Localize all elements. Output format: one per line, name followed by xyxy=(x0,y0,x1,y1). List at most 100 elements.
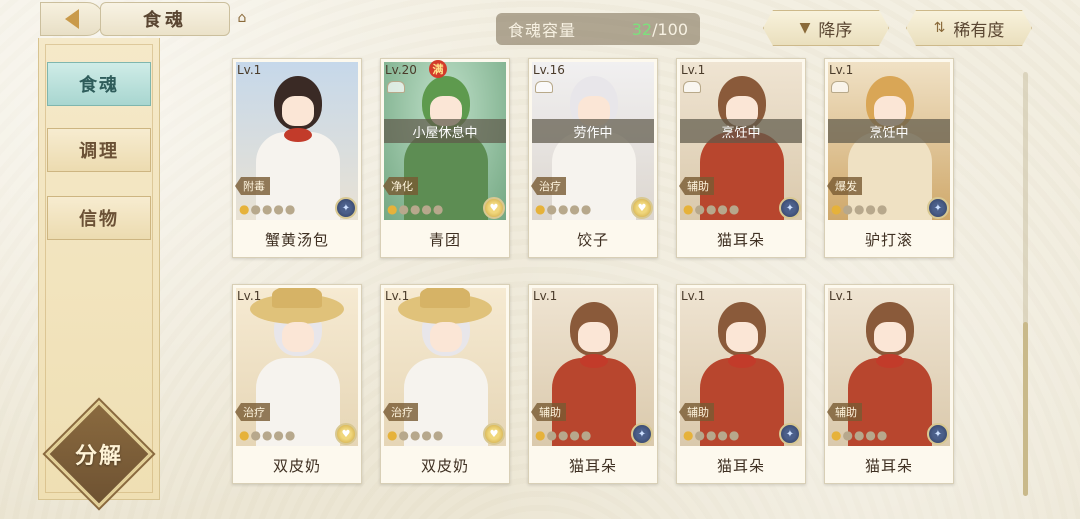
level: Lv.1 xyxy=(385,289,410,303)
bowl-icon xyxy=(683,81,701,93)
level: Lv.1 xyxy=(829,289,854,303)
star-rating: ●●●●● xyxy=(535,202,593,216)
card-name: 青团 xyxy=(428,230,461,249)
figure-face xyxy=(282,322,314,352)
star-rating: ●●●●● xyxy=(683,202,741,216)
element-icon: ♥ xyxy=(483,423,505,445)
scroll-thumb[interactable] xyxy=(1023,322,1028,496)
level: Lv.1 xyxy=(829,63,854,77)
level: Lv.1 xyxy=(681,63,706,77)
card-7[interactable]: Lv.1 辅助 ●●●●● ✦ 猫耳朵 xyxy=(528,284,658,484)
straw-hat-top xyxy=(420,288,470,308)
food-soul-grid: Lv.1 附毒 ●●●●● ✦ 蟹黄汤包 Lv.20 满 小屋休息中 净化 ●●… xyxy=(232,58,962,498)
level: Lv.1 xyxy=(533,289,558,303)
status-band: 劳作中 xyxy=(532,119,654,143)
role-tag: 辅助 xyxy=(679,177,714,195)
card-name: 双皮奶 xyxy=(420,456,469,475)
role-tag: 爆发 xyxy=(827,177,862,195)
role-tag: 治疗 xyxy=(383,403,418,421)
sort-arrows-icon: ⇅ xyxy=(933,20,946,36)
level: Lv.1 xyxy=(237,63,262,77)
header: 食魂 ⌂ xyxy=(0,0,260,40)
role-tag: 辅助 xyxy=(827,403,862,421)
triangle-down-icon: ▼ xyxy=(799,20,811,36)
role-tag: 附毒 xyxy=(235,177,270,195)
bowl-icon xyxy=(831,81,849,93)
star-rating: ●●●●● xyxy=(831,202,889,216)
card-1[interactable]: Lv.20 满 小屋休息中 净化 ●●●●● ♥ 青团 xyxy=(380,58,510,258)
level: Lv.1 xyxy=(681,289,706,303)
status-band: 烹饪中 xyxy=(828,119,950,143)
decompose-label[interactable]: 分解 xyxy=(61,438,137,470)
figure-face xyxy=(578,322,610,352)
portrait xyxy=(384,288,506,446)
capacity-current: 32 xyxy=(631,19,653,39)
figure-face xyxy=(874,322,906,352)
capacity-label: 食魂容量 xyxy=(508,21,577,40)
star-rating: ●●●●● xyxy=(239,428,297,442)
card-name: 猫耳朵 xyxy=(716,456,765,475)
star-rating: ●●●●● xyxy=(387,428,445,442)
portrait xyxy=(236,62,358,220)
role-tag: 净化 xyxy=(383,177,418,195)
bowl-icon xyxy=(535,81,553,93)
card-9[interactable]: Lv.1 辅助 ●●●●● ✦ 猫耳朵 xyxy=(824,284,954,484)
capacity-display: 食魂容量 32 /100 xyxy=(496,13,700,45)
figure-face xyxy=(282,96,314,126)
star-rating: ●●●●● xyxy=(683,428,741,442)
role-tag: 治疗 xyxy=(531,177,566,195)
element-icon: ♥ xyxy=(631,197,653,219)
element-icon: ✦ xyxy=(779,197,801,219)
role-tag: 辅助 xyxy=(679,403,714,421)
page-title: 食魂 xyxy=(100,2,230,36)
figure-face xyxy=(430,322,462,352)
sort-order-button[interactable]: ▼ 降序 xyxy=(763,10,889,46)
house-icon[interactable]: ⌂ xyxy=(232,10,252,26)
card-4[interactable]: Lv.1 烹饪中 爆发 ●●●●● ✦ 驴打滚 xyxy=(824,58,954,258)
star-rating: ●●●●● xyxy=(239,202,297,216)
sort-rarity-button[interactable]: ⇅ 稀有度 xyxy=(906,10,1032,46)
status-band: 烹饪中 xyxy=(680,119,802,143)
card-0[interactable]: Lv.1 附毒 ●●●●● ✦ 蟹黄汤包 xyxy=(232,58,362,258)
star-rating: ●●●●● xyxy=(831,428,889,442)
card-name: 猫耳朵 xyxy=(864,456,913,475)
sort-order-label: 降序 xyxy=(818,20,853,41)
star-rating: ●●●●● xyxy=(535,428,593,442)
status-band: 小屋休息中 xyxy=(384,119,506,143)
portrait xyxy=(532,288,654,446)
capacity-max: /100 xyxy=(652,19,688,39)
sort-rarity-label: 稀有度 xyxy=(953,20,1005,41)
element-icon: ♥ xyxy=(335,423,357,445)
card-name: 饺子 xyxy=(576,230,609,249)
portrait xyxy=(236,288,358,446)
scrollbar[interactable] xyxy=(1023,72,1028,496)
card-name: 双皮奶 xyxy=(272,456,321,475)
card-name: 蟹黄汤包 xyxy=(264,230,329,249)
figure-collar xyxy=(284,128,312,142)
tab-token[interactable]: 信物 xyxy=(47,196,151,240)
card-2[interactable]: Lv.16 劳作中 治疗 ●●●●● ♥ 饺子 xyxy=(528,58,658,258)
level: Lv.1 xyxy=(237,289,262,303)
tab-cultivate[interactable]: 调理 xyxy=(47,128,151,172)
role-tag: 治疗 xyxy=(235,403,270,421)
element-icon: ♥ xyxy=(483,197,505,219)
figure-collar xyxy=(728,354,756,368)
sidebar: 食魂 调理 信物 分解 xyxy=(38,38,160,508)
figure-collar xyxy=(580,354,608,368)
card-name: 驴打滚 xyxy=(864,230,913,249)
back-button[interactable] xyxy=(40,2,104,36)
card-name: 猫耳朵 xyxy=(716,230,765,249)
level: Lv.20 xyxy=(385,63,417,77)
card-6[interactable]: Lv.1 治疗 ●●●●● ♥ 双皮奶 xyxy=(380,284,510,484)
card-3[interactable]: Lv.1 烹饪中 辅助 ●●●●● ✦ 猫耳朵 xyxy=(676,58,806,258)
straw-hat-top xyxy=(272,288,322,308)
card-5[interactable]: Lv.1 治疗 ●●●●● ♥ 双皮奶 xyxy=(232,284,362,484)
card-8[interactable]: Lv.1 辅助 ●●●●● ✦ 猫耳朵 xyxy=(676,284,806,484)
back-arrow-icon xyxy=(65,9,79,29)
card-name: 猫耳朵 xyxy=(568,456,617,475)
tab-soul[interactable]: 食魂 xyxy=(47,62,151,106)
bowl-icon xyxy=(387,81,405,93)
portrait xyxy=(828,288,950,446)
level: Lv.16 xyxy=(533,63,565,77)
element-icon: ✦ xyxy=(779,423,801,445)
